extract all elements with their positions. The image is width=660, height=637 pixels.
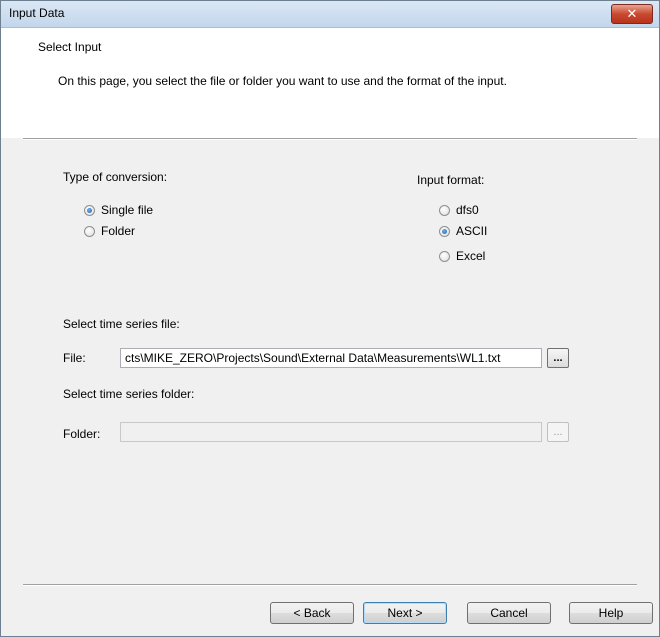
radio-dfs0[interactable]: dfs0	[439, 203, 479, 217]
radio-button[interactable]	[84, 225, 95, 237]
footer-divider	[23, 584, 637, 586]
radio-button-checked[interactable]	[84, 204, 95, 216]
file-browse-button[interactable]: ...	[547, 348, 569, 368]
file-path-input[interactable]: cts\MIKE_ZERO\Projects\Sound\External Da…	[120, 348, 542, 368]
folder-field-label: Folder:	[63, 427, 101, 441]
radio-label: dfs0	[456, 203, 479, 217]
radio-label: ASCII	[456, 224, 488, 238]
radio-label: Single file	[101, 203, 154, 217]
radio-button[interactable]	[439, 250, 450, 262]
folder-browse-button[interactable]: ...	[547, 422, 569, 442]
radio-excel[interactable]: Excel	[439, 249, 485, 263]
close-button[interactable]: ✕	[611, 4, 653, 24]
back-button[interactable]: < Back	[270, 602, 354, 624]
radio-single-file[interactable]: Single file	[84, 203, 153, 217]
radio-ascii[interactable]: ASCII	[439, 224, 487, 238]
next-button[interactable]: Next >	[363, 602, 447, 624]
input-format-label: Input format:	[417, 173, 485, 187]
radio-folder[interactable]: Folder	[84, 224, 135, 238]
cancel-button[interactable]: Cancel	[467, 602, 551, 624]
folder-path-input[interactable]	[120, 422, 542, 442]
radio-label: Folder	[101, 224, 136, 238]
radio-label: Excel	[456, 249, 486, 263]
header-divider	[23, 138, 637, 140]
radio-button[interactable]	[439, 204, 450, 216]
close-icon: ✕	[626, 6, 638, 21]
window-title: Input Data	[9, 6, 65, 20]
conversion-type-label: Type of conversion:	[63, 170, 168, 184]
file-section-heading: Select time series file:	[63, 317, 180, 331]
file-field-label: File:	[63, 351, 86, 365]
title-bar: Input Data ✕	[1, 1, 659, 28]
page-description: On this page, you select the file or fol…	[58, 74, 507, 88]
input-data-dialog: Input Data ✕ Select Input On this page, …	[0, 0, 660, 637]
radio-button-checked[interactable]	[439, 225, 450, 237]
page-title: Select Input	[38, 40, 102, 54]
help-button[interactable]: Help	[569, 602, 653, 624]
folder-section-heading: Select time series folder:	[63, 387, 195, 401]
